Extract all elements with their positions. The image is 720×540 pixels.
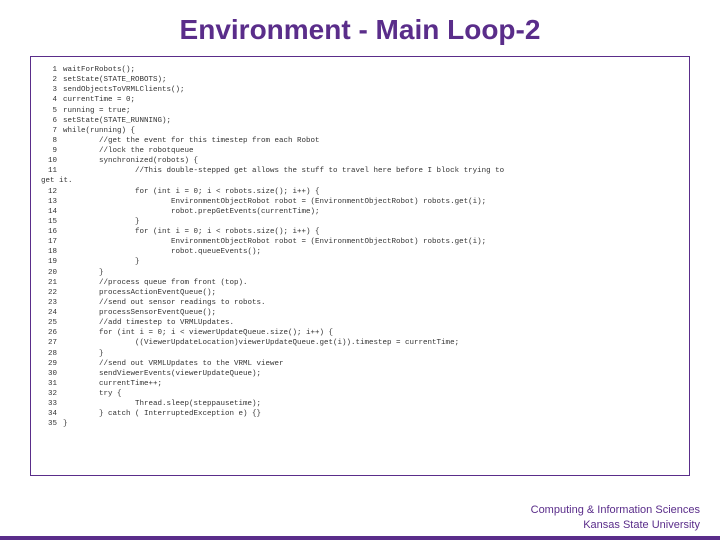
code-line: EnvironmentObjectRobot robot = (Environm… (63, 198, 486, 206)
code-line: } (63, 350, 104, 358)
code-line: robot.prepGetEvents(currentTime); (63, 208, 320, 216)
code-line: processSensorEventQueue(); (63, 309, 216, 317)
code-line: setState(STATE_RUNNING); (63, 117, 171, 125)
code-line: EnvironmentObjectRobot robot = (Environm… (63, 238, 486, 246)
code-line: //add timestep to VRMLUpdates. (63, 319, 234, 327)
slide: Environment - Main Loop-2 1waitForRobots… (0, 0, 720, 540)
code-line: robot.queueEvents(); (63, 248, 261, 256)
code-line: } (63, 420, 68, 428)
code-line: } catch ( InterruptedException e) {} (63, 410, 261, 418)
code-line: get it. (41, 177, 73, 185)
code-line: processActionEventQueue(); (63, 289, 216, 297)
code-line: //send out VRMLUpdates to the VRML viewe… (63, 360, 284, 368)
footer-line1: Computing & Information Sciences (531, 503, 700, 517)
code-line: waitForRobots(); (63, 66, 135, 74)
code-line: for (int i = 0; i < viewerUpdateQueue.si… (63, 329, 333, 337)
code-line: //This double-stepped get allows the stu… (63, 167, 504, 175)
footer: Computing & Information Sciences Kansas … (531, 503, 700, 532)
code-line: sendObjectsToVRMLClients(); (63, 86, 185, 94)
slide-title: Environment - Main Loop-2 (0, 0, 720, 56)
footer-line2: Kansas State University (531, 518, 700, 532)
code-line: for (int i = 0; i < robots.size(); i++) … (63, 228, 320, 236)
code-line: currentTime++; (63, 380, 162, 388)
footer-bar (0, 536, 720, 540)
code-line: //send out sensor readings to robots. (63, 299, 266, 307)
code-line: try { (63, 390, 122, 398)
code-line: running = true; (63, 107, 131, 115)
code-line: ((ViewerUpdateLocation)viewerUpdateQueue… (63, 339, 459, 347)
code-line: } (63, 258, 140, 266)
code-line: } (63, 269, 104, 277)
code-line: //process queue from front (top). (63, 279, 248, 287)
code-line: for (int i = 0; i < robots.size(); i++) … (63, 188, 320, 196)
code-line: //lock the robotqueue (63, 147, 194, 155)
code-line: //get the event for this timestep from e… (63, 137, 320, 145)
code-line: sendViewerEvents(viewerUpdateQueue); (63, 370, 261, 378)
code-listing: 1waitForRobots(); 2setState(STATE_ROBOTS… (30, 56, 690, 476)
code-line: } (63, 218, 140, 226)
code-line: Thread.sleep(steppausetime); (63, 400, 261, 408)
code-line: while(running) { (63, 127, 135, 135)
code-line: currentTime = 0; (63, 96, 135, 104)
code-line: synchronized(robots) { (63, 157, 198, 165)
code-line: setState(STATE_ROBOTS); (63, 76, 167, 84)
